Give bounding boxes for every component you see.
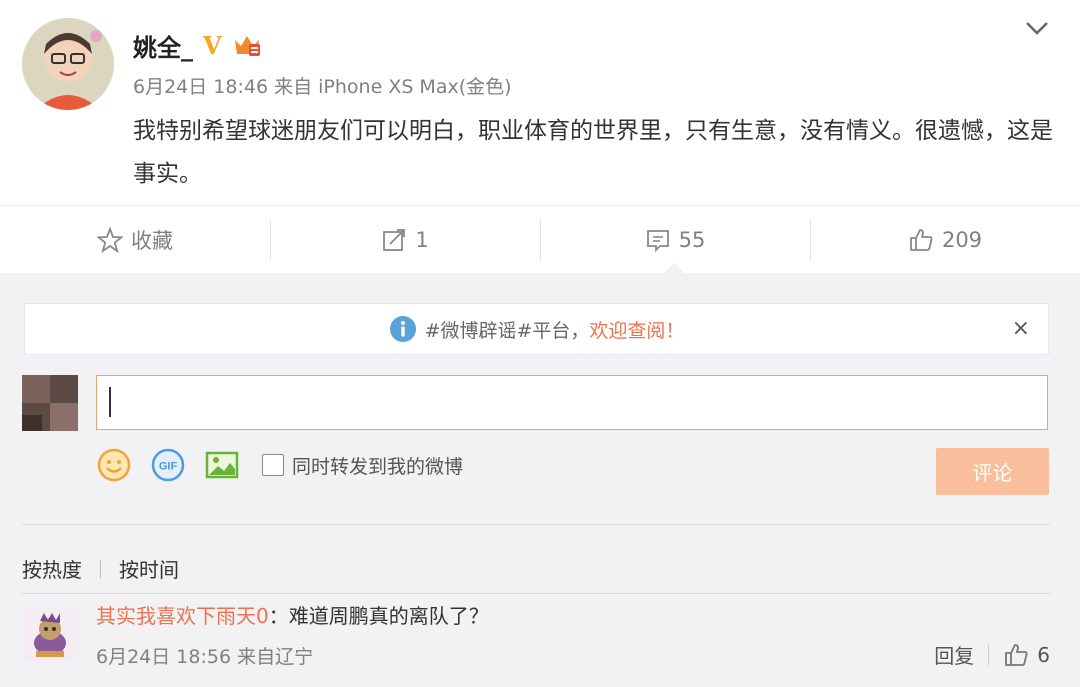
- comment-body: ：难道周鹏真的离队了？: [268, 604, 489, 628]
- comment-like-button[interactable]: 6: [1003, 642, 1050, 668]
- comment-icon: [646, 229, 669, 252]
- close-icon[interactable]: ×: [1012, 316, 1030, 341]
- action-bar: 收藏 1 55 209: [0, 205, 1080, 273]
- notice-text[interactable]: #微博辟谣#平台，欢迎查阅！: [425, 316, 685, 343]
- comment-count: 55: [678, 227, 706, 252]
- username-row: 姚全_ V: [133, 28, 262, 62]
- emoji-icon[interactable]: [96, 447, 132, 483]
- like-button[interactable]: 209: [810, 206, 1080, 273]
- image-icon[interactable]: [204, 447, 240, 483]
- crown-icon: [234, 36, 260, 56]
- comment-like-count: 6: [1037, 642, 1050, 667]
- action-separator: [988, 644, 990, 665]
- commenter-avatar[interactable]: [22, 605, 78, 661]
- post-meta: 6月24日 18:46 来自 iPhone XS Max(金色): [133, 76, 512, 98]
- gif-icon[interactable]: GIF: [150, 447, 186, 483]
- rumor-notice: #微博辟谣#平台，欢迎查阅！ ×: [24, 303, 1049, 355]
- divider: [22, 524, 1050, 525]
- verified-badge: V: [203, 30, 222, 60]
- chevron-down-icon[interactable]: [1024, 18, 1050, 38]
- star-icon: [97, 226, 123, 253]
- notice-link[interactable]: 欢迎查阅！: [589, 320, 684, 342]
- sync-repost-label: 同时转发到我的微博: [292, 455, 464, 478]
- sort-by-time[interactable]: 按时间: [119, 554, 179, 583]
- like-count: 209: [941, 227, 983, 252]
- my-avatar: [22, 375, 78, 431]
- favorite-label: 收藏: [131, 228, 173, 253]
- text-caret: [109, 387, 111, 417]
- like-icon: [1005, 643, 1028, 666]
- weibo-post: 姚全_ V 6月24日 18:46 来自 iPhone XS Max(金色) 我…: [0, 0, 1080, 205]
- post-text: 我特别希望球迷朋友们可以明白，职业体育的世界里，只有生意，没有情义。很遗憾，这是…: [133, 118, 1053, 187]
- comment-input[interactable]: [96, 375, 1048, 430]
- svg-text:GIF: GIF: [159, 461, 178, 473]
- sync-repost-checkbox[interactable]: [262, 454, 284, 476]
- reply-button[interactable]: 回复: [934, 640, 974, 669]
- sync-repost-option[interactable]: 同时转发到我的微博: [262, 452, 463, 479]
- info-icon: [389, 316, 416, 342]
- comment-pointer: [663, 263, 685, 274]
- comment-meta: 6月24日 18:56 来自辽宁: [96, 646, 314, 668]
- comment-actions: 回复 6: [934, 640, 1050, 669]
- composer-toolbar: GIF 同时转发到我的微博: [96, 447, 463, 483]
- sort-tabs: 按热度 按时间: [22, 554, 179, 583]
- sort-separator: [100, 559, 101, 578]
- favorite-button[interactable]: 收藏: [0, 206, 270, 273]
- author-avatar[interactable]: [22, 18, 114, 110]
- sort-by-hot[interactable]: 按热度: [22, 554, 82, 583]
- username[interactable]: 姚全_: [133, 28, 193, 63]
- repost-icon: [383, 228, 406, 251]
- divider: [22, 593, 1050, 594]
- notice-text-gray: #微博辟谣#平台，: [424, 319, 590, 342]
- repost-button[interactable]: 1: [270, 206, 540, 273]
- comment-author[interactable]: 其实我喜欢下雨天0: [96, 604, 269, 628]
- repost-count: 1: [415, 227, 429, 252]
- like-icon: [910, 228, 933, 251]
- submit-comment-button[interactable]: 评论: [936, 448, 1049, 495]
- comment-text: 其实我喜欢下雨天0：难道周鹏真的离队了？: [96, 601, 489, 631]
